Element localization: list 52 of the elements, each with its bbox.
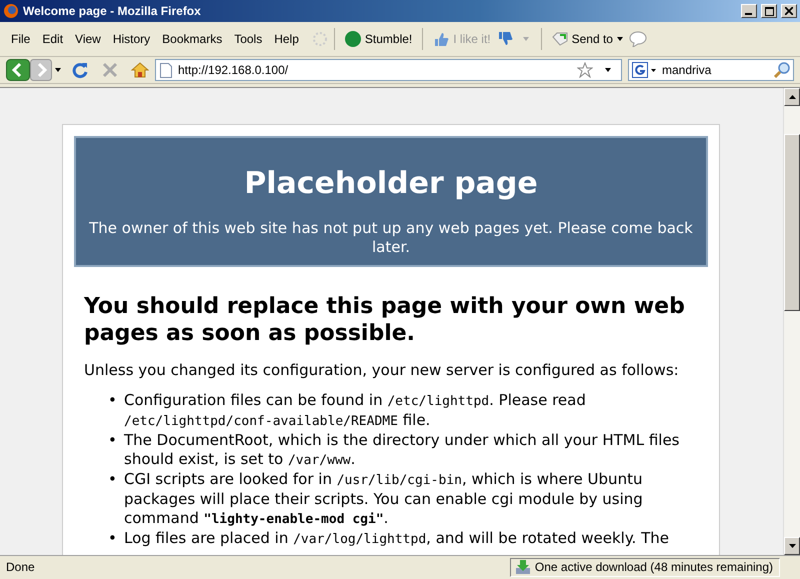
bullet-marker: • [108, 431, 118, 451]
firefox-icon [3, 3, 19, 19]
star-icon[interactable] [577, 62, 593, 78]
intro-text: Unless you changed its configuration, your new server is configured as follows: [84, 361, 680, 379]
stumble-button[interactable]: Stumble! [340, 29, 416, 49]
bullet-text: The DocumentRoot, which is the directory under which all your HTML files should exist, is set to /var/www. [124, 431, 680, 470]
menu-item[interactable]: File [6, 30, 36, 48]
menu-item[interactable]: Tools [229, 30, 268, 48]
home-icon[interactable] [131, 61, 149, 79]
caret-icon [616, 37, 623, 41]
status-text: Done [5, 560, 36, 574]
close-icon [785, 7, 793, 15]
dropdown-icon[interactable] [55, 68, 61, 72]
download-icon [514, 559, 531, 575]
send-to-button[interactable]: Send to [548, 30, 627, 48]
bullet-text: Log files are placed in /var/log/lighttpd, and will be rotated weekly. The [124, 529, 670, 549]
page-heading: You should replace this page with your own web pages as soon as possible. [84, 293, 686, 347]
window-title: Welcome page - Mozilla Firefox [23, 4, 202, 18]
back-button[interactable] [6, 59, 30, 81]
menu-item[interactable]: Bookmarks [157, 30, 228, 48]
bullet-text: Configuration files can be found in /etc/lighttpd. Please read /etc/lighttpd/conf-available/README file. [124, 391, 587, 431]
throbber-icon [312, 31, 328, 47]
dropdown-icon[interactable] [605, 68, 611, 72]
menu-item[interactable]: Help [269, 30, 304, 48]
reload-icon[interactable] [71, 61, 89, 79]
thumbs-down-icon[interactable] [496, 31, 515, 47]
maximize-icon [764, 6, 774, 16]
scrollbar[interactable] [783, 88, 800, 555]
round-logo-icon [344, 31, 361, 47]
bullet-marker: • [108, 391, 118, 411]
address-field[interactable]: http://192.168.0.100/ [155, 59, 622, 81]
menu-item[interactable]: Edit [37, 30, 68, 48]
thumbs-up-icon [433, 31, 450, 47]
bullet-marker: • [108, 529, 118, 549]
menu-item[interactable]: View [70, 30, 106, 48]
up-arrow-icon[interactable] [788, 95, 796, 99]
close-button[interactable] [781, 4, 797, 18]
search-field[interactable]: mandriva [628, 59, 794, 81]
speech-bubble-icon[interactable] [628, 31, 647, 47]
bullet-marker: • [108, 470, 118, 490]
minimize-button[interactable] [741, 4, 757, 18]
page-icon [160, 62, 172, 78]
banner-text: The owner of this web site has not put up any web pages yet. Please come back later. [88, 219, 694, 257]
tag-icon [552, 32, 568, 46]
search-icon[interactable] [774, 62, 790, 78]
bullet-text: CGI scripts are looked for in /usr/lib/cgi-bin, which is where Ubuntu packages will place their scripts. You can enable cgi module by using command "lighty-enable-mod cgi". [124, 470, 644, 529]
maximize-button[interactable] [761, 4, 777, 18]
banner-title: Placeholder page [243, 166, 539, 201]
g-logo-icon[interactable] [632, 62, 658, 78]
down-arrow-icon[interactable] [788, 544, 796, 548]
menu-item[interactable]: History [108, 30, 156, 48]
download-status[interactable]: One active download (48 minutes remaining) [510, 558, 780, 576]
